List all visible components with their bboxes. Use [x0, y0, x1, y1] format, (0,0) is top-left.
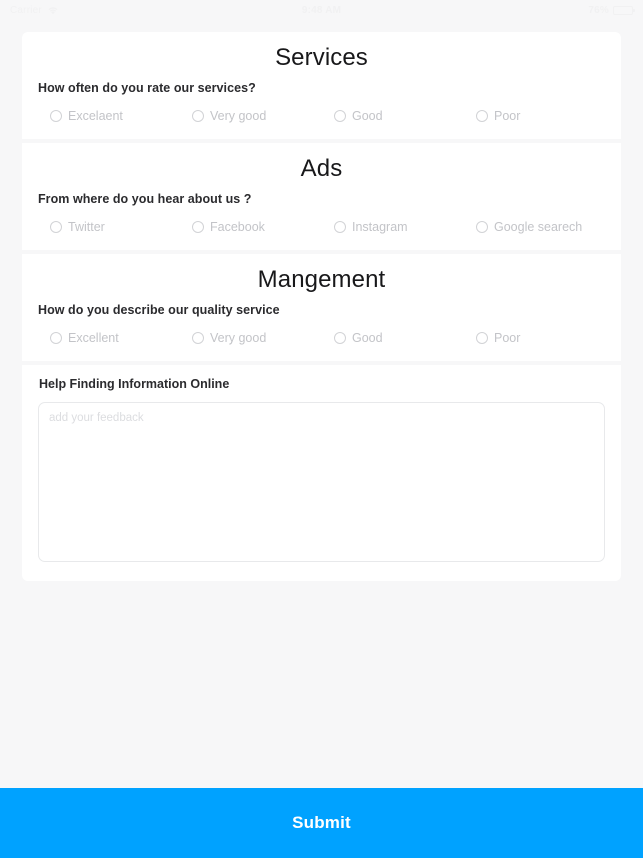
- radio-option-label: Google searech: [494, 220, 583, 234]
- radio-option[interactable]: Google searech: [464, 220, 606, 234]
- submit-button[interactable]: Submit: [0, 788, 643, 858]
- radio-option-label: Instagram: [352, 220, 408, 234]
- submit-button-label: Submit: [292, 813, 351, 832]
- card-title: Services: [275, 44, 368, 71]
- card-title: Ads: [300, 155, 343, 182]
- radio-option[interactable]: Excellent: [38, 331, 180, 345]
- radio-option-label: Good: [352, 109, 383, 123]
- radio-option[interactable]: Very good: [180, 109, 322, 123]
- radio-option[interactable]: Good: [322, 331, 464, 345]
- radio-option-label: Facebook: [210, 220, 265, 234]
- card-title: Mangement: [257, 266, 386, 293]
- radio-option[interactable]: Good: [322, 109, 464, 123]
- radio-option[interactable]: Poor: [464, 109, 606, 123]
- radio-option[interactable]: Twitter: [38, 220, 180, 234]
- radio-circle-icon[interactable]: [192, 332, 204, 344]
- radio-option[interactable]: Instagram: [322, 220, 464, 234]
- survey-card-services: Services How often do you rate our servi…: [22, 32, 621, 139]
- radio-option[interactable]: Poor: [464, 331, 606, 345]
- feedback-title: Help Finding Information Online: [39, 377, 230, 391]
- radio-option-label: Very good: [210, 331, 267, 345]
- question-label: How often do you rate our services?: [38, 81, 256, 95]
- radio-circle-icon[interactable]: [50, 110, 62, 122]
- radio-option-label: Poor: [494, 109, 521, 123]
- radio-circle-icon[interactable]: [334, 332, 346, 344]
- survey-card-feedback: Help Finding Information Online: [22, 365, 621, 581]
- feedback-textarea[interactable]: [38, 402, 605, 562]
- radio-option[interactable]: Excelaent: [38, 109, 180, 123]
- question-label: How do you describe our quality service: [38, 303, 280, 317]
- radio-option-label: Excelaent: [68, 109, 123, 123]
- radio-option[interactable]: Very good: [180, 331, 322, 345]
- radio-circle-icon[interactable]: [192, 110, 204, 122]
- question-label: From where do you hear about us ?: [38, 192, 252, 206]
- radio-option-label: Twitter: [68, 220, 105, 234]
- radio-option[interactable]: Facebook: [180, 220, 322, 234]
- radio-circle-icon[interactable]: [192, 221, 204, 233]
- radio-group-ads: Twitter Facebook Instagram Google searec…: [38, 220, 605, 234]
- radio-circle-icon[interactable]: [334, 110, 346, 122]
- status-bar-time: 9:48 AM: [301, 4, 342, 16]
- radio-circle-icon[interactable]: [476, 332, 488, 344]
- radio-option-label: Poor: [494, 331, 521, 345]
- radio-option-label: Good: [352, 331, 383, 345]
- radio-group-mangement: Excellent Very good Good Poor: [38, 331, 605, 345]
- radio-circle-icon[interactable]: [476, 221, 488, 233]
- radio-circle-icon[interactable]: [50, 332, 62, 344]
- radio-option-label: Excellent: [68, 331, 119, 345]
- radio-circle-icon[interactable]: [476, 110, 488, 122]
- survey-card-mangement: Mangement How do you describe our qualit…: [22, 254, 621, 361]
- survey-form: Services How often do you rate our servi…: [0, 32, 643, 581]
- status-bar: Carrier 9:48 AM 76%: [0, 0, 643, 20]
- radio-option-label: Very good: [210, 109, 267, 123]
- radio-circle-icon[interactable]: [50, 221, 62, 233]
- radio-group-services: Excelaent Very good Good Poor: [38, 109, 605, 123]
- battery-icon: [613, 5, 635, 15]
- survey-card-ads: Ads From where do you hear about us ? Tw…: [22, 143, 621, 250]
- radio-circle-icon[interactable]: [334, 221, 346, 233]
